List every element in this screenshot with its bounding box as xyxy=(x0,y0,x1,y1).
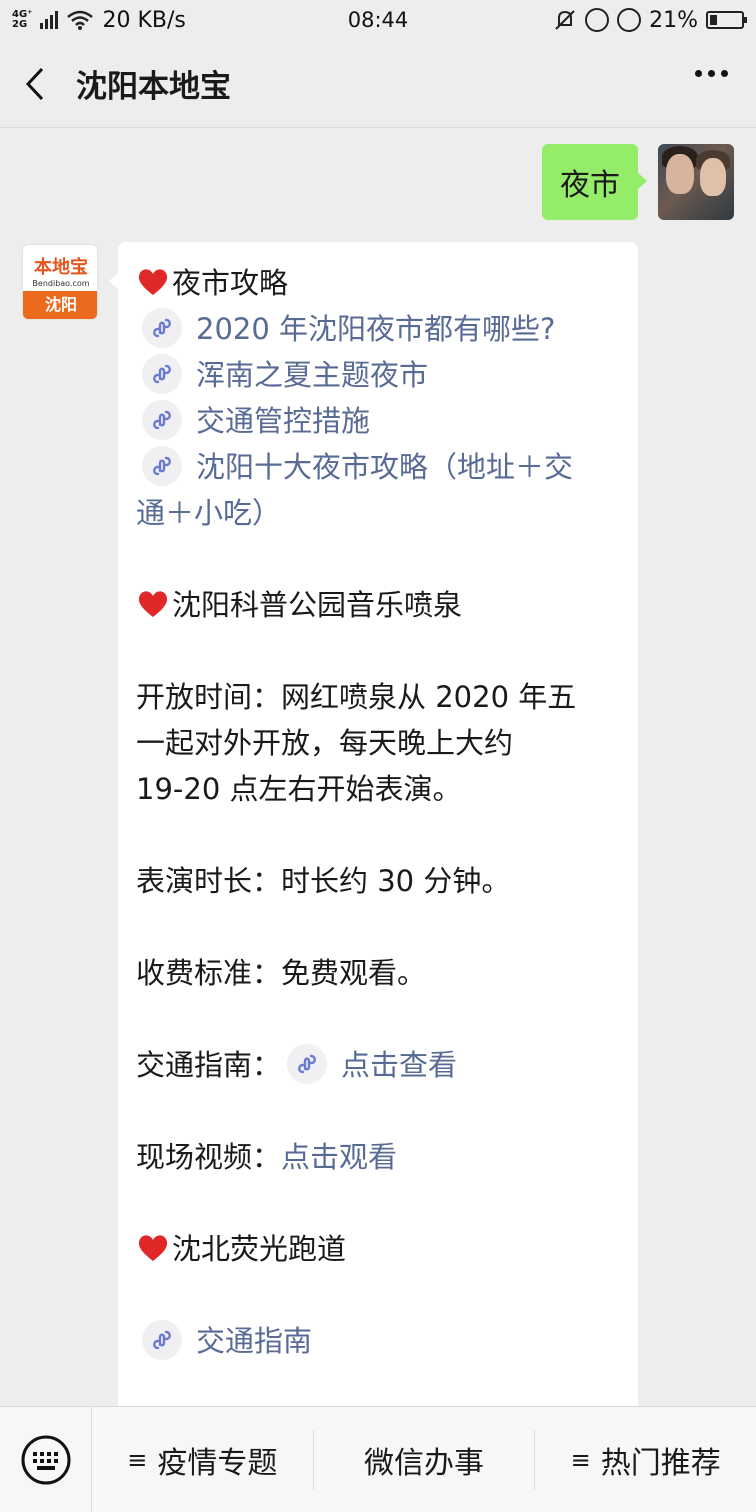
nav-bar: 沈阳本地宝 xyxy=(0,40,756,128)
link-top-ten-markets-cont[interactable]: 通＋小吃） xyxy=(136,490,620,536)
brand-logo-url: Bendibao.com xyxy=(32,279,90,288)
keyboard-icon xyxy=(21,1435,70,1484)
user-message-bubble[interactable]: 夜市 xyxy=(542,144,647,220)
link-row[interactable]: 2020 年沈阳夜市都有哪些? xyxy=(136,306,620,352)
more-button[interactable] xyxy=(695,70,728,77)
heart-icon xyxy=(138,269,168,295)
video-link[interactable]: 点击观看 xyxy=(281,1140,397,1174)
menu-epidemic-topic[interactable]: ≡ 疫情专题 xyxy=(92,1429,314,1490)
keyboard-toggle-button[interactable] xyxy=(0,1406,92,1512)
mini-program-link-icon xyxy=(142,400,182,440)
link-traffic-control[interactable]: 交通管控措施 xyxy=(196,404,370,438)
user-avatar[interactable] xyxy=(658,144,734,220)
mini-program-link-icon xyxy=(287,1044,328,1084)
page-title: 沈阳本地宝 xyxy=(76,69,231,105)
lock-rotation-icon xyxy=(585,8,610,32)
heart-icon xyxy=(138,1235,168,1261)
battery-icon xyxy=(706,11,747,29)
official-account-avatar[interactable]: 本地宝 Bendibao.com 沈阳 xyxy=(22,244,98,320)
fee-text: 收费标准：免费观看。 xyxy=(136,956,427,990)
open-time-line: 19-20 点左右开始表演。 xyxy=(136,772,462,806)
mini-program-link-icon xyxy=(142,354,182,394)
chevron-left-icon xyxy=(25,67,44,100)
brand-logo-text: 本地宝 xyxy=(34,257,88,278)
link-row[interactable]: 交通指南 xyxy=(136,1318,620,1364)
menu-list-icon: ≡ xyxy=(127,1445,148,1474)
mini-program-link-icon xyxy=(142,308,182,348)
section-title-night-market: 夜市攻略 xyxy=(136,260,620,306)
clock: 08:44 xyxy=(347,8,409,32)
user-message-text: 夜市 xyxy=(560,168,620,203)
chat-area[interactable]: 夜市 本地宝 Bendibao.com 沈阳 夜市攻略 2020 年沈阳夜市都有… xyxy=(0,128,756,1406)
traffic-guide-link[interactable]: 点击查看 xyxy=(341,1048,457,1082)
link-hunnan-summer[interactable]: 浑南之夏主题夜市 xyxy=(196,358,428,392)
back-button[interactable] xyxy=(0,40,70,128)
duration-text: 表演时长：时长约 30 分钟。 xyxy=(136,864,511,898)
brand-logo-city: 沈阳 xyxy=(23,291,97,319)
open-time-line: 开放时间：网红喷泉从 2020 年五 xyxy=(136,680,577,714)
link-night-markets-2020[interactable]: 2020 年沈阳夜市都有哪些? xyxy=(196,312,555,346)
more-dots-icon xyxy=(695,70,702,77)
mini-program-link-icon xyxy=(142,446,182,486)
alarm-icon xyxy=(617,8,642,32)
bottom-menu-bar: ≡ 疫情专题 微信办事 ≡ 热门推荐 xyxy=(0,1406,756,1512)
menu-list-icon: ≡ xyxy=(570,1445,591,1474)
video-row: 现场视频：点击观看 xyxy=(136,1134,620,1180)
traffic-guide-label: 交通指南： xyxy=(136,1048,282,1082)
link-row[interactable]: 交通管控措施 xyxy=(136,398,620,444)
section-title-fountain: 沈阳科普公园音乐喷泉 xyxy=(136,582,620,628)
video-label: 现场视频： xyxy=(136,1140,282,1174)
status-bar: 4G⁺ 2G 20 KB/s 08:44 21% xyxy=(0,0,756,40)
menu-hot-recommend[interactable]: ≡ 热门推荐 xyxy=(535,1430,756,1490)
link-row[interactable]: 沈阳十大夜市攻略（地址＋交 xyxy=(136,444,620,490)
heart-icon xyxy=(138,591,168,617)
link-top-ten-markets[interactable]: 沈阳十大夜市攻略（地址＋交 xyxy=(196,450,573,484)
wechat-chat-screen: 4G⁺ 2G 20 KB/s 08:44 21% 沈阳本地宝 夜市 本地宝 Be… xyxy=(0,0,756,1512)
menu-wechat-services[interactable]: 微信办事 xyxy=(314,1429,536,1490)
link-track-traffic-guide[interactable]: 交通指南 xyxy=(196,1324,312,1358)
bot-reply-bubble: 夜市攻略 2020 年沈阳夜市都有哪些? 浑南之夏主题夜市 交通管控措施 沈阳十… xyxy=(109,242,638,1406)
mini-program-link-icon xyxy=(142,1320,182,1360)
traffic-guide-row: 交通指南： 点击查看 xyxy=(136,1042,620,1088)
link-row[interactable]: 浑南之夏主题夜市 xyxy=(136,352,620,398)
open-time-line: 一起对外开放，每天晚上大约 xyxy=(136,726,514,760)
section-title-fluorescent-track: 沈北荧光跑道 xyxy=(136,1226,620,1272)
